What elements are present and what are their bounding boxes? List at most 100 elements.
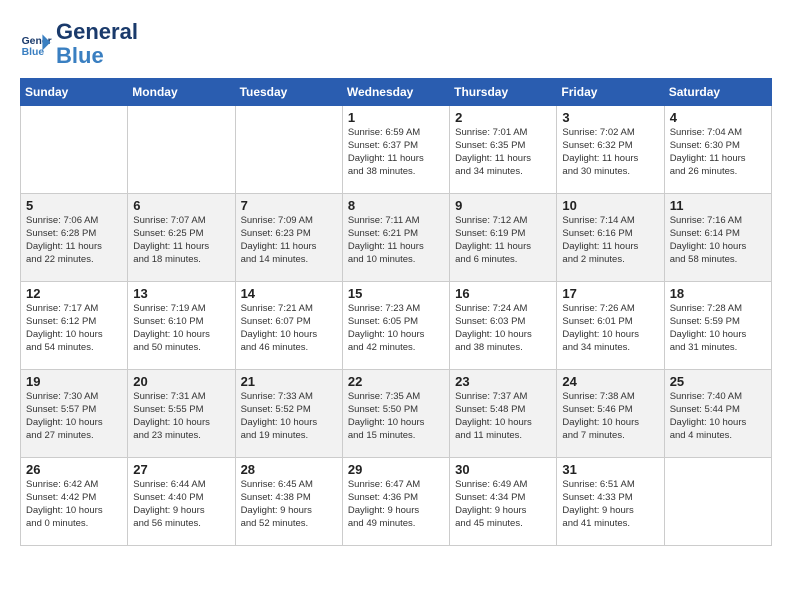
cell-info: Sunrise: 6:42 AM Sunset: 4:42 PM Dayligh… [26,479,122,530]
calendar-cell: 20 Sunrise: 7:31 AM Sunset: 5:55 PM Dayli… [128,370,235,458]
day-number: 28 [241,462,337,477]
day-number: 9 [455,198,551,213]
day-number: 31 [562,462,658,477]
calendar-cell: 22Sunrise: 7:35 AM Sunset: 5:50 PM Dayli… [342,370,449,458]
day-number: 12 [26,286,122,301]
cell-info: Sunrise: 7:01 AM Sunset: 6:35 PM Dayligh… [455,127,551,178]
weekday-header-thursday: Thursday [450,79,557,106]
day-number: 4 [670,110,766,125]
day-number: 20 [133,374,229,389]
calendar-cell: 27 Sunrise: 6:44 AM Sunset: 4:40 PM Dayli… [128,458,235,546]
calendar-cell: 21Sunrise: 7:33 AM Sunset: 5:52 PM Dayli… [235,370,342,458]
cell-info: Sunrise: 6:49 AM Sunset: 4:34 PM Dayligh… [455,479,551,530]
cell-info: Sunrise: 7:28 AM Sunset: 5:59 PM Dayligh… [670,303,766,354]
page-header: General Blue GeneralBlue [20,20,772,68]
cell-info: Sunrise: 6:47 AM Sunset: 4:36 PM Dayligh… [348,479,444,530]
calendar-cell: 13 Sunrise: 7:19 AM Sunset: 6:10 PM Dayli… [128,282,235,370]
day-number: 30 [455,462,551,477]
cell-info: Sunrise: 6:59 AM Sunset: 6:37 PM Dayligh… [348,127,444,178]
cell-info: Sunrise: 6:51 AM Sunset: 4:33 PM Dayligh… [562,479,658,530]
calendar-cell: 6 Sunrise: 7:07 AM Sunset: 6:25 PM Daylig… [128,194,235,282]
day-number: 23 [455,374,551,389]
calendar-cell: 9 Sunrise: 7:12 AM Sunset: 6:19 PM Daylig… [450,194,557,282]
day-number: 25 [670,374,766,389]
cell-info: Sunrise: 7:31 AM Sunset: 5:55 PM Dayligh… [133,391,229,442]
weekday-header-saturday: Saturday [664,79,771,106]
day-number: 27 [133,462,229,477]
cell-info: Sunrise: 7:35 AM Sunset: 5:50 PM Dayligh… [348,391,444,442]
day-number: 17 [562,286,658,301]
calendar-cell: 25 Sunrise: 7:40 AM Sunset: 5:44 PM Dayli… [664,370,771,458]
calendar-cell: 31 Sunrise: 6:51 AM Sunset: 4:33 PM Dayli… [557,458,664,546]
day-number: 21 [241,374,337,389]
day-number: 10 [562,198,658,213]
calendar-cell [21,106,128,194]
day-number: 15 [348,286,444,301]
cell-info: Sunrise: 7:07 AM Sunset: 6:25 PM Dayligh… [133,215,229,266]
cell-info: Sunrise: 7:12 AM Sunset: 6:19 PM Dayligh… [455,215,551,266]
day-number: 1 [348,110,444,125]
calendar-cell: 1 Sunrise: 6:59 AM Sunset: 6:37 PM Daylig… [342,106,449,194]
calendar-cell: 24Sunrise: 7:38 AM Sunset: 5:46 PM Dayli… [557,370,664,458]
day-number: 13 [133,286,229,301]
calendar-cell: 11Sunrise: 7:16 AM Sunset: 6:14 PM Dayli… [664,194,771,282]
day-number: 26 [26,462,122,477]
calendar-cell: 15 Sunrise: 7:23 AM Sunset: 6:05 PM Dayli… [342,282,449,370]
calendar-cell: 26 Sunrise: 6:42 AM Sunset: 4:42 PM Dayli… [21,458,128,546]
logo-text: GeneralBlue [56,20,138,68]
day-number: 19 [26,374,122,389]
cell-info: Sunrise: 7:16 AM Sunset: 6:14 PM Dayligh… [670,215,766,266]
weekday-header-sunday: Sunday [21,79,128,106]
day-number: 18 [670,286,766,301]
calendar-cell: 23Sunrise: 7:37 AM Sunset: 5:48 PM Dayli… [450,370,557,458]
day-number: 14 [241,286,337,301]
svg-text:Blue: Blue [22,47,45,58]
cell-info: Sunrise: 7:04 AM Sunset: 6:30 PM Dayligh… [670,127,766,178]
logo: General Blue GeneralBlue [20,20,138,68]
calendar-cell [128,106,235,194]
calendar-cell: 28 Sunrise: 6:45 AM Sunset: 4:38 PM Dayli… [235,458,342,546]
cell-info: Sunrise: 7:11 AM Sunset: 6:21 PM Dayligh… [348,215,444,266]
calendar-cell: 2 Sunrise: 7:01 AM Sunset: 6:35 PM Daylig… [450,106,557,194]
day-number: 3 [562,110,658,125]
cell-info: Sunrise: 7:26 AM Sunset: 6:01 PM Dayligh… [562,303,658,354]
weekday-header-monday: Monday [128,79,235,106]
day-number: 6 [133,198,229,213]
calendar-cell: 10 Sunrise: 7:14 AM Sunset: 6:16 PM Dayli… [557,194,664,282]
cell-info: Sunrise: 7:24 AM Sunset: 6:03 PM Dayligh… [455,303,551,354]
calendar-cell: 16 Sunrise: 7:24 AM Sunset: 6:03 PM Dayli… [450,282,557,370]
calendar-cell: 3Sunrise: 7:02 AM Sunset: 6:32 PM Daylig… [557,106,664,194]
calendar-cell: 12 Sunrise: 7:17 AM Sunset: 6:12 PM Dayli… [21,282,128,370]
cell-info: Sunrise: 7:30 AM Sunset: 5:57 PM Dayligh… [26,391,122,442]
cell-info: Sunrise: 7:09 AM Sunset: 6:23 PM Dayligh… [241,215,337,266]
calendar-cell: 18 Sunrise: 7:28 AM Sunset: 5:59 PM Dayli… [664,282,771,370]
day-number: 24 [562,374,658,389]
cell-info: Sunrise: 7:17 AM Sunset: 6:12 PM Dayligh… [26,303,122,354]
calendar-cell: 5 Sunrise: 7:06 AM Sunset: 6:28 PM Daylig… [21,194,128,282]
day-number: 16 [455,286,551,301]
calendar-cell: 8 Sunrise: 7:11 AM Sunset: 6:21 PM Daylig… [342,194,449,282]
calendar-cell: 19 Sunrise: 7:30 AM Sunset: 5:57 PM Dayli… [21,370,128,458]
day-number: 2 [455,110,551,125]
weekday-header-friday: Friday [557,79,664,106]
day-number: 5 [26,198,122,213]
cell-info: Sunrise: 7:23 AM Sunset: 6:05 PM Dayligh… [348,303,444,354]
cell-info: Sunrise: 7:40 AM Sunset: 5:44 PM Dayligh… [670,391,766,442]
cell-info: Sunrise: 6:45 AM Sunset: 4:38 PM Dayligh… [241,479,337,530]
cell-info: Sunrise: 7:14 AM Sunset: 6:16 PM Dayligh… [562,215,658,266]
calendar-cell: 17 Sunrise: 7:26 AM Sunset: 6:01 PM Dayli… [557,282,664,370]
weekday-header-tuesday: Tuesday [235,79,342,106]
day-number: 29 [348,462,444,477]
calendar-table: SundayMondayTuesdayWednesdayThursdayFrid… [20,78,772,546]
cell-info: Sunrise: 7:19 AM Sunset: 6:10 PM Dayligh… [133,303,229,354]
calendar-cell: 7 Sunrise: 7:09 AM Sunset: 6:23 PM Daylig… [235,194,342,282]
cell-info: Sunrise: 7:06 AM Sunset: 6:28 PM Dayligh… [26,215,122,266]
calendar-cell: 14Sunrise: 7:21 AM Sunset: 6:07 PM Dayli… [235,282,342,370]
day-number: 8 [348,198,444,213]
logo-icon: General Blue [20,28,52,60]
cell-info: Sunrise: 6:44 AM Sunset: 4:40 PM Dayligh… [133,479,229,530]
calendar-cell: 29 Sunrise: 6:47 AM Sunset: 4:36 PM Dayli… [342,458,449,546]
calendar-cell: 30 Sunrise: 6:49 AM Sunset: 4:34 PM Dayli… [450,458,557,546]
day-number: 7 [241,198,337,213]
weekday-header-wednesday: Wednesday [342,79,449,106]
